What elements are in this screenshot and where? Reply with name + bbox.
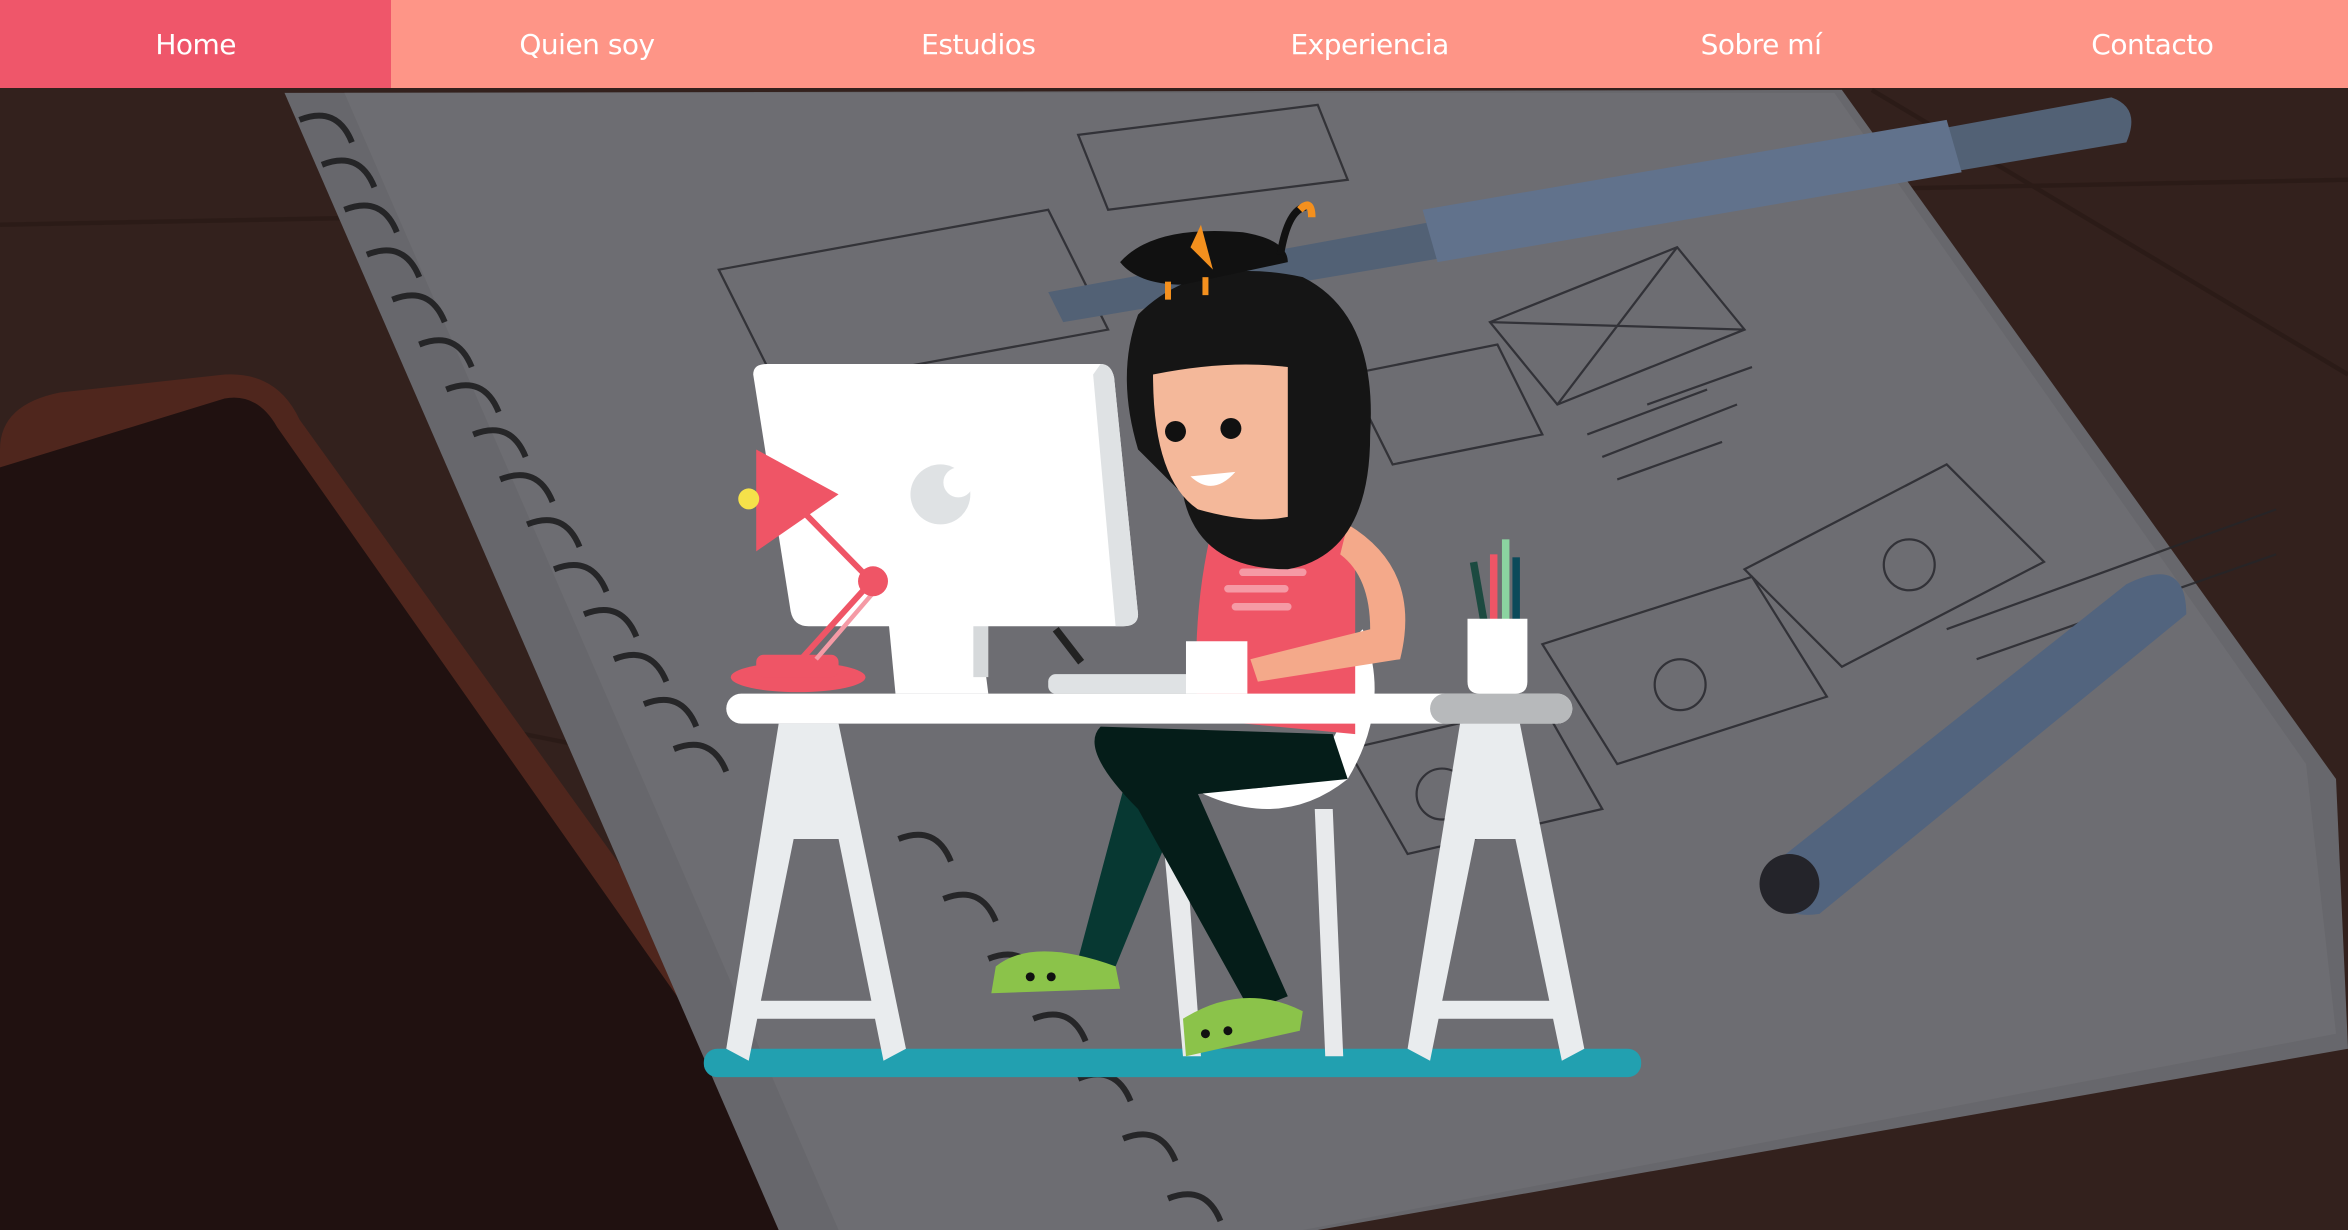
nav-estudios[interactable]: Estudios — [783, 0, 1174, 88]
nav-contacto[interactable]: Contacto — [1957, 0, 2348, 88]
nav-sobre-mi[interactable]: Sobre mí — [1565, 0, 1956, 88]
nav-home[interactable]: Home — [0, 0, 392, 88]
coffee-mug — [1185, 641, 1248, 694]
main-nav: Home Quien soy Estudios Experiencia Sobr… — [0, 0, 2348, 88]
hero-background — [0, 0, 2348, 1230]
nav-experiencia[interactable]: Experiencia — [1174, 0, 1565, 88]
floor-bar — [703, 1048, 1642, 1078]
nav-quien-soy[interactable]: Quien soy — [391, 0, 782, 88]
